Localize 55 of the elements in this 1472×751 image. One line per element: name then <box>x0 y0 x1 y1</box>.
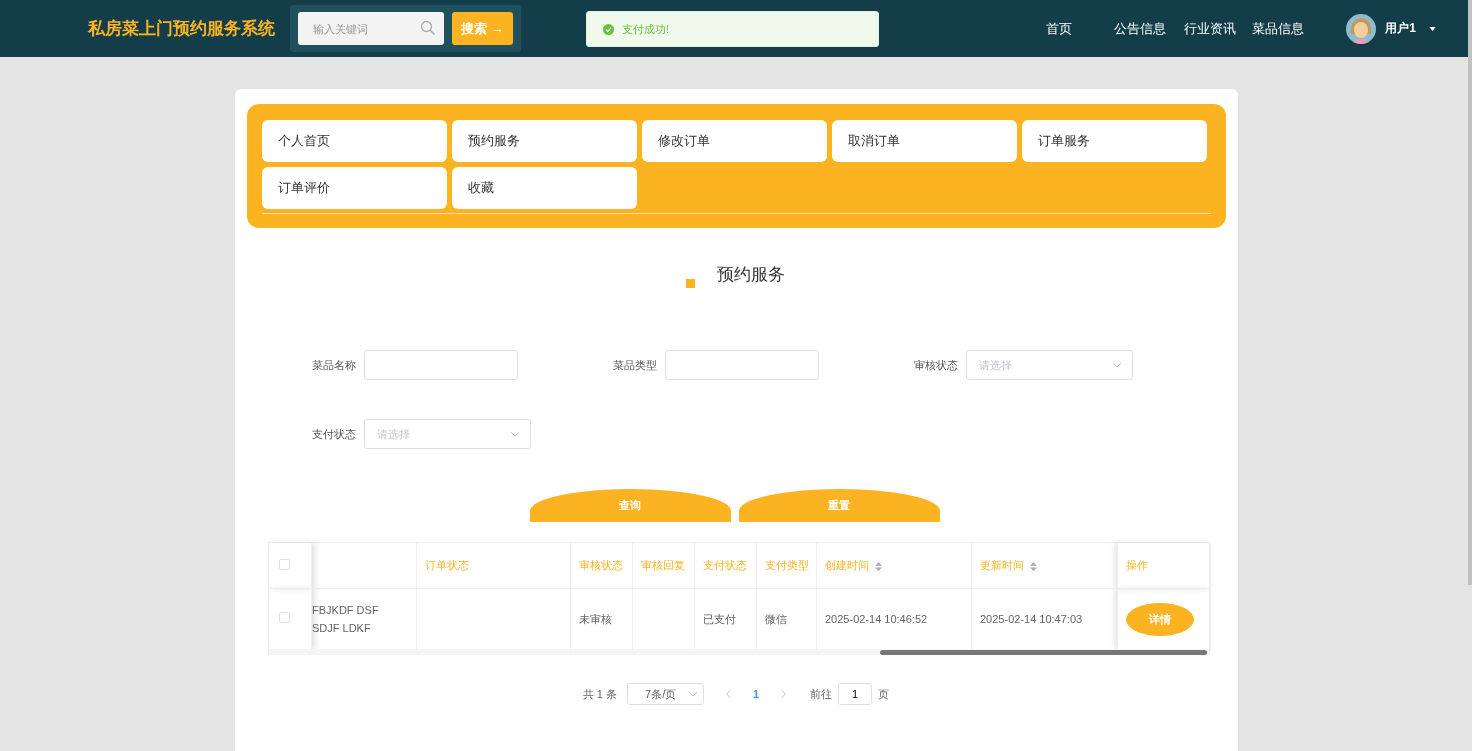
square-icon <box>685 279 695 288</box>
horizontal-scrollbar[interactable] <box>879 650 1207 655</box>
menu-item[interactable]: 修改订单 <box>641 120 827 162</box>
table-cell: 微信 <box>765 613 787 625</box>
menu-item[interactable]: 订单服务 <box>1021 120 1207 162</box>
table-cell: FBJKDF DSF SDJF LDKF <box>312 604 379 634</box>
chevron-down-icon <box>1111 360 1122 370</box>
field-label: 菜品名称 <box>310 357 356 373</box>
menu-item[interactable]: 收藏 <box>451 167 637 209</box>
site-title: 私房菜上门预约服务系统 <box>88 18 276 40</box>
page-heading: 预约服务 <box>716 264 785 286</box>
user-menu[interactable]: 用户1 <box>1385 20 1416 37</box>
menu-item[interactable]: 取消订单 <box>831 120 1017 162</box>
search-icon <box>420 20 436 36</box>
checkbox[interactable] <box>278 559 290 570</box>
check-circle-icon <box>603 23 614 35</box>
table-cell: 未审核 <box>579 613 612 625</box>
search-field[interactable]: 输入关键词 <box>298 12 444 45</box>
nav-link[interactable]: 菜品信息 <box>1252 19 1305 38</box>
sort-icon[interactable] <box>1030 561 1037 571</box>
menu-item[interactable]: 预约服务 <box>451 120 637 162</box>
menu-item[interactable]: 订单评价 <box>261 167 447 209</box>
field-label: 审核状态 <box>912 357 958 373</box>
previous-page-icon[interactable] <box>726 690 732 698</box>
field-label: 菜品类型 <box>611 357 657 373</box>
page-jump-field[interactable]: 1 <box>838 683 873 705</box>
chevron-down-icon <box>688 689 699 699</box>
text-field[interactable] <box>363 350 518 380</box>
goto-label: 前往 <box>810 686 833 702</box>
nav-link[interactable]: 公告信息 <box>1114 19 1167 38</box>
page-scrollbar[interactable] <box>1468 0 1472 585</box>
caret-icon[interactable] <box>1429 26 1436 31</box>
toast-message: 支付成功! <box>622 21 670 37</box>
table-cell: 2025-02-14 10:46:52 <box>825 613 928 625</box>
column-header: 审核状态 <box>570 543 633 589</box>
text-field[interactable] <box>664 350 819 380</box>
column-header: 支付类型 <box>756 543 817 589</box>
column-header: 操作 <box>1126 559 1148 571</box>
page-size-select[interactable]: 7条/页 <box>627 683 705 705</box>
avatar-icon[interactable] <box>1346 13 1377 44</box>
sort-icon[interactable] <box>875 561 882 571</box>
chevron-down-icon <box>509 429 520 439</box>
page-unit-label: 页 <box>878 686 890 702</box>
nav-link[interactable]: 首页 <box>1046 19 1073 38</box>
menu-item[interactable]: 个人首页 <box>261 120 447 162</box>
checkbox[interactable] <box>278 612 290 623</box>
table-cell: 2025-02-14 10:47:03 <box>980 613 1083 625</box>
next-page-icon[interactable] <box>781 690 787 698</box>
column-header: 审核回复 <box>632 543 695 589</box>
nav-link[interactable]: 行业资讯 <box>1184 19 1237 38</box>
column-header: 支付状态 <box>694 543 757 589</box>
column-header: 订单状态 <box>416 543 571 589</box>
field-label: 支付状态 <box>310 426 356 442</box>
table-cell: 已支付 <box>703 613 736 625</box>
total-count: 共 1 条 <box>582 686 618 702</box>
